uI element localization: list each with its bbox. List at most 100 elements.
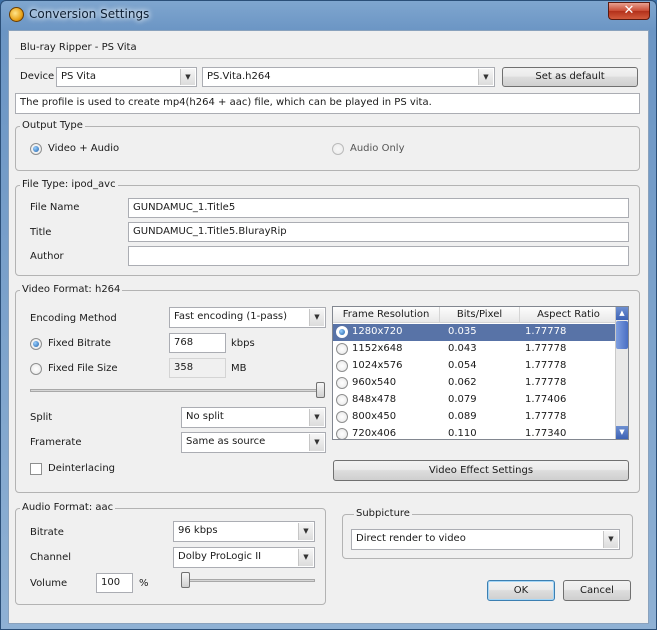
scroll-up-icon[interactable]: ▲ <box>616 307 628 320</box>
header-bits-pixel[interactable]: Bits/Pixel <box>440 307 520 323</box>
chevron-down-icon: ▼ <box>298 549 313 566</box>
set-as-default-button[interactable]: Set as default <box>502 67 638 87</box>
framerate-value: Same as source <box>186 436 266 447</box>
table-row[interactable]: 848x478 0.079 1.77406 <box>333 392 617 409</box>
video-audio-radio[interactable] <box>30 143 42 155</box>
table-header: Frame Resolution Bits/Pixel Aspect Ratio <box>333 307 617 323</box>
resolution-radio[interactable] <box>336 360 348 372</box>
profile-dropdown[interactable]: PS.Vita.h264 ▼ <box>202 67 495 87</box>
author-label: Author <box>30 251 64 262</box>
table-row[interactable]: 960x540 0.062 1.77778 <box>333 375 617 392</box>
subpicture-title: Subpicture <box>354 508 412 519</box>
title-label: Title <box>30 227 52 238</box>
frame-resolution-table: Frame Resolution Bits/Pixel Aspect Ratio… <box>332 306 629 440</box>
volume-slider-thumb[interactable] <box>181 572 190 588</box>
file-name-input[interactable]: GUNDAMUC_1.Title5 <box>128 198 629 218</box>
split-dropdown[interactable]: No split ▼ <box>181 407 326 428</box>
volume-unit: % <box>139 578 149 589</box>
fixed-bitrate-label: Fixed Bitrate <box>48 338 111 349</box>
device-dropdown[interactable]: PS Vita ▼ <box>56 67 197 87</box>
video-effect-settings-button[interactable]: Video Effect Settings <box>333 460 629 481</box>
scroll-thumb[interactable] <box>616 321 628 349</box>
table-cell-aspect: 1.77778 <box>525 343 567 354</box>
chevron-down-icon: ▼ <box>298 523 313 540</box>
bitrate-slider-thumb[interactable] <box>316 382 325 398</box>
volume-label: Volume <box>30 578 68 589</box>
fixed-file-size-input[interactable]: 358 <box>169 358 226 378</box>
dialog-client-area: Blu-ray Ripper - PS Vita Device PS Vita … <box>8 30 649 624</box>
table-scrollbar[interactable]: ▲ ▼ <box>615 307 628 439</box>
table-cell-aspect: 1.77778 <box>525 377 567 388</box>
table-cell-bpp: 0.043 <box>448 343 477 354</box>
resolution-radio[interactable] <box>336 411 348 423</box>
app-icon <box>9 7 24 22</box>
table-cell-res: 1024x576 <box>352 360 403 371</box>
encoding-method-dropdown[interactable]: Fast encoding (1-pass) ▼ <box>169 307 326 328</box>
bitrate-slider-track[interactable] <box>30 389 325 392</box>
volume-input[interactable]: 100 <box>96 573 133 593</box>
table-cell-res: 960x540 <box>352 377 397 388</box>
chevron-down-icon: ▼ <box>478 69 493 85</box>
audio-only-radio[interactable] <box>332 143 344 155</box>
table-cell-aspect: 1.77778 <box>525 326 567 337</box>
table-cell-res: 1152x648 <box>352 343 403 354</box>
header-aspect-ratio[interactable]: Aspect Ratio <box>520 307 617 323</box>
chevron-down-icon: ▼ <box>180 69 195 85</box>
table-row[interactable]: 720x406 0.110 1.77340 <box>333 426 617 439</box>
table-row[interactable]: 1280x720 0.035 1.77778 <box>333 324 617 341</box>
resolution-radio[interactable] <box>336 394 348 406</box>
resolution-radio[interactable] <box>336 343 348 355</box>
video-format-title: Video Format: h264 <box>20 284 123 295</box>
framerate-dropdown[interactable]: Same as source ▼ <box>181 432 326 453</box>
title-input[interactable]: GUNDAMUC_1.Title5.BlurayRip <box>128 222 629 242</box>
title-bar[interactable]: Conversion Settings ✕ <box>1 1 656 29</box>
author-input[interactable] <box>128 246 629 266</box>
fixed-file-size-radio[interactable] <box>30 363 42 375</box>
fixed-bitrate-radio[interactable] <box>30 338 42 350</box>
header-divider <box>15 58 641 59</box>
audio-format-title: Audio Format: aac <box>20 502 116 513</box>
table-cell-aspect: 1.77406 <box>525 394 567 405</box>
audio-only-label: Audio Only <box>350 143 405 154</box>
framerate-label: Framerate <box>30 437 82 448</box>
subpicture-dropdown[interactable]: Direct render to video ▼ <box>351 529 620 550</box>
close-button[interactable]: ✕ <box>608 2 650 20</box>
scroll-down-icon[interactable]: ▼ <box>616 426 628 439</box>
device-label: Device <box>20 71 55 82</box>
window-title: Conversion Settings <box>29 7 150 21</box>
output-type-title: Output Type <box>20 120 85 131</box>
chevron-down-icon: ▼ <box>309 409 324 426</box>
encoding-method-label: Encoding Method <box>30 313 117 324</box>
table-cell-bpp: 0.089 <box>448 411 477 422</box>
audio-bitrate-dropdown[interactable]: 96 kbps ▼ <box>173 521 315 542</box>
file-name-label: File Name <box>30 202 80 213</box>
audio-bitrate-label: Bitrate <box>30 527 64 538</box>
table-cell-bpp: 0.079 <box>448 394 477 405</box>
mb-unit: MB <box>231 363 247 374</box>
table-cell-aspect: 1.77778 <box>525 360 567 371</box>
deinterlacing-checkbox[interactable] <box>30 463 42 475</box>
resolution-radio[interactable] <box>336 428 348 439</box>
channel-value: Dolby ProLogic II <box>178 551 262 562</box>
encoding-method-value: Fast encoding (1-pass) <box>174 311 288 322</box>
kbps-unit: kbps <box>231 338 255 349</box>
table-cell-bpp: 0.110 <box>448 428 477 439</box>
table-cell-res: 720x406 <box>352 428 397 439</box>
header-frame-resolution[interactable]: Frame Resolution <box>333 307 440 323</box>
subpicture-value: Direct render to video <box>356 533 466 544</box>
chevron-down-icon: ▼ <box>603 531 618 548</box>
chevron-down-icon: ▼ <box>309 309 324 326</box>
cancel-button[interactable]: Cancel <box>563 580 631 601</box>
table-row[interactable]: 800x450 0.089 1.77778 <box>333 409 617 426</box>
table-row[interactable]: 1152x648 0.043 1.77778 <box>333 341 617 358</box>
channel-dropdown[interactable]: Dolby ProLogic II ▼ <box>173 547 315 568</box>
fixed-bitrate-input[interactable]: 768 <box>169 333 226 353</box>
volume-slider-track[interactable] <box>181 579 315 582</box>
profile-header: Blu-ray Ripper - PS Vita <box>20 42 137 53</box>
resolution-radio[interactable] <box>336 326 348 338</box>
table-row[interactable]: 1024x576 0.054 1.77778 <box>333 358 617 375</box>
resolution-radio[interactable] <box>336 377 348 389</box>
split-value: No split <box>186 411 224 422</box>
profile-description: The profile is used to create mp4(h264 +… <box>15 93 640 114</box>
ok-button[interactable]: OK <box>487 580 555 601</box>
